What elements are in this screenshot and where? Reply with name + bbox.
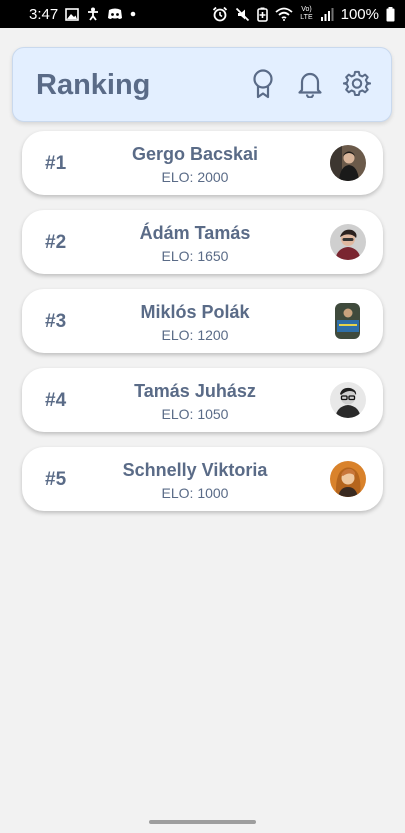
wifi-icon <box>275 7 293 21</box>
achievements-button[interactable] <box>247 68 279 104</box>
mute-icon <box>235 7 250 22</box>
page-title: Ranking <box>36 69 151 101</box>
player-elo: ELO: 1650 <box>161 248 229 264</box>
volte-label-top: Vo) <box>301 6 312 13</box>
avatar <box>330 461 366 497</box>
player-name: Schnelly Viktoria <box>122 460 268 480</box>
status-time: 3:47 <box>29 5 59 23</box>
player-elo: ELO: 2000 <box>161 169 229 185</box>
volte-icon: Vo) LTE <box>300 6 312 22</box>
ranking-card[interactable]: #5 Schnelly Viktoria ELO: 1000 <box>22 447 383 511</box>
discord-notification-icon <box>107 8 123 20</box>
player-name: Miklós Polák <box>140 302 250 322</box>
player-elo: ELO: 1000 <box>161 485 229 501</box>
battery-percent: 100% <box>340 5 379 23</box>
ranking-card[interactable]: #3 Miklós Polák ELO: 1200 <box>22 289 383 353</box>
ranking-card[interactable]: #4 Tamás Juhász ELO: 1050 <box>22 368 383 432</box>
ranking-card[interactable]: #2 Ádám Tamás ELO: 1650 <box>22 210 383 274</box>
gear-icon <box>342 70 372 103</box>
rank-number: #4 <box>45 390 67 411</box>
rank-number: #2 <box>45 232 67 253</box>
rank-number: #1 <box>45 153 67 174</box>
badge-icon <box>251 68 275 104</box>
player-name: Gergo Bacskai <box>131 144 259 164</box>
avatar <box>330 145 366 181</box>
ranking-card[interactable]: #1 Gergo Bacskai ELO: 2000 <box>22 131 383 195</box>
image-notification-icon <box>65 7 80 21</box>
avatar <box>330 303 366 339</box>
signal-icon <box>320 7 334 21</box>
ranking-header: Ranking <box>12 47 392 122</box>
battery-saver-icon <box>257 7 269 22</box>
player-name: Ádám Tamás <box>139 223 251 243</box>
player-elo: ELO: 1200 <box>161 327 229 343</box>
volte-label-bottom: LTE <box>300 14 313 21</box>
avatar <box>330 224 366 260</box>
status-bar: 3:47 Vo) LTE 100% <box>0 0 405 28</box>
rank-number: #3 <box>45 311 67 332</box>
accessibility-notification-icon <box>86 7 100 21</box>
player-elo: ELO: 1050 <box>161 406 229 422</box>
bell-icon <box>297 70 323 103</box>
alarm-icon <box>212 6 228 22</box>
home-indicator[interactable] <box>149 820 256 824</box>
player-name: Tamás Juhász <box>134 381 256 401</box>
more-notifications-dot-icon <box>130 11 136 17</box>
notifications-button[interactable] <box>294 70 326 102</box>
battery-icon <box>386 6 395 22</box>
avatar <box>330 382 366 418</box>
settings-button[interactable] <box>341 70 373 102</box>
rank-number: #5 <box>45 469 67 490</box>
